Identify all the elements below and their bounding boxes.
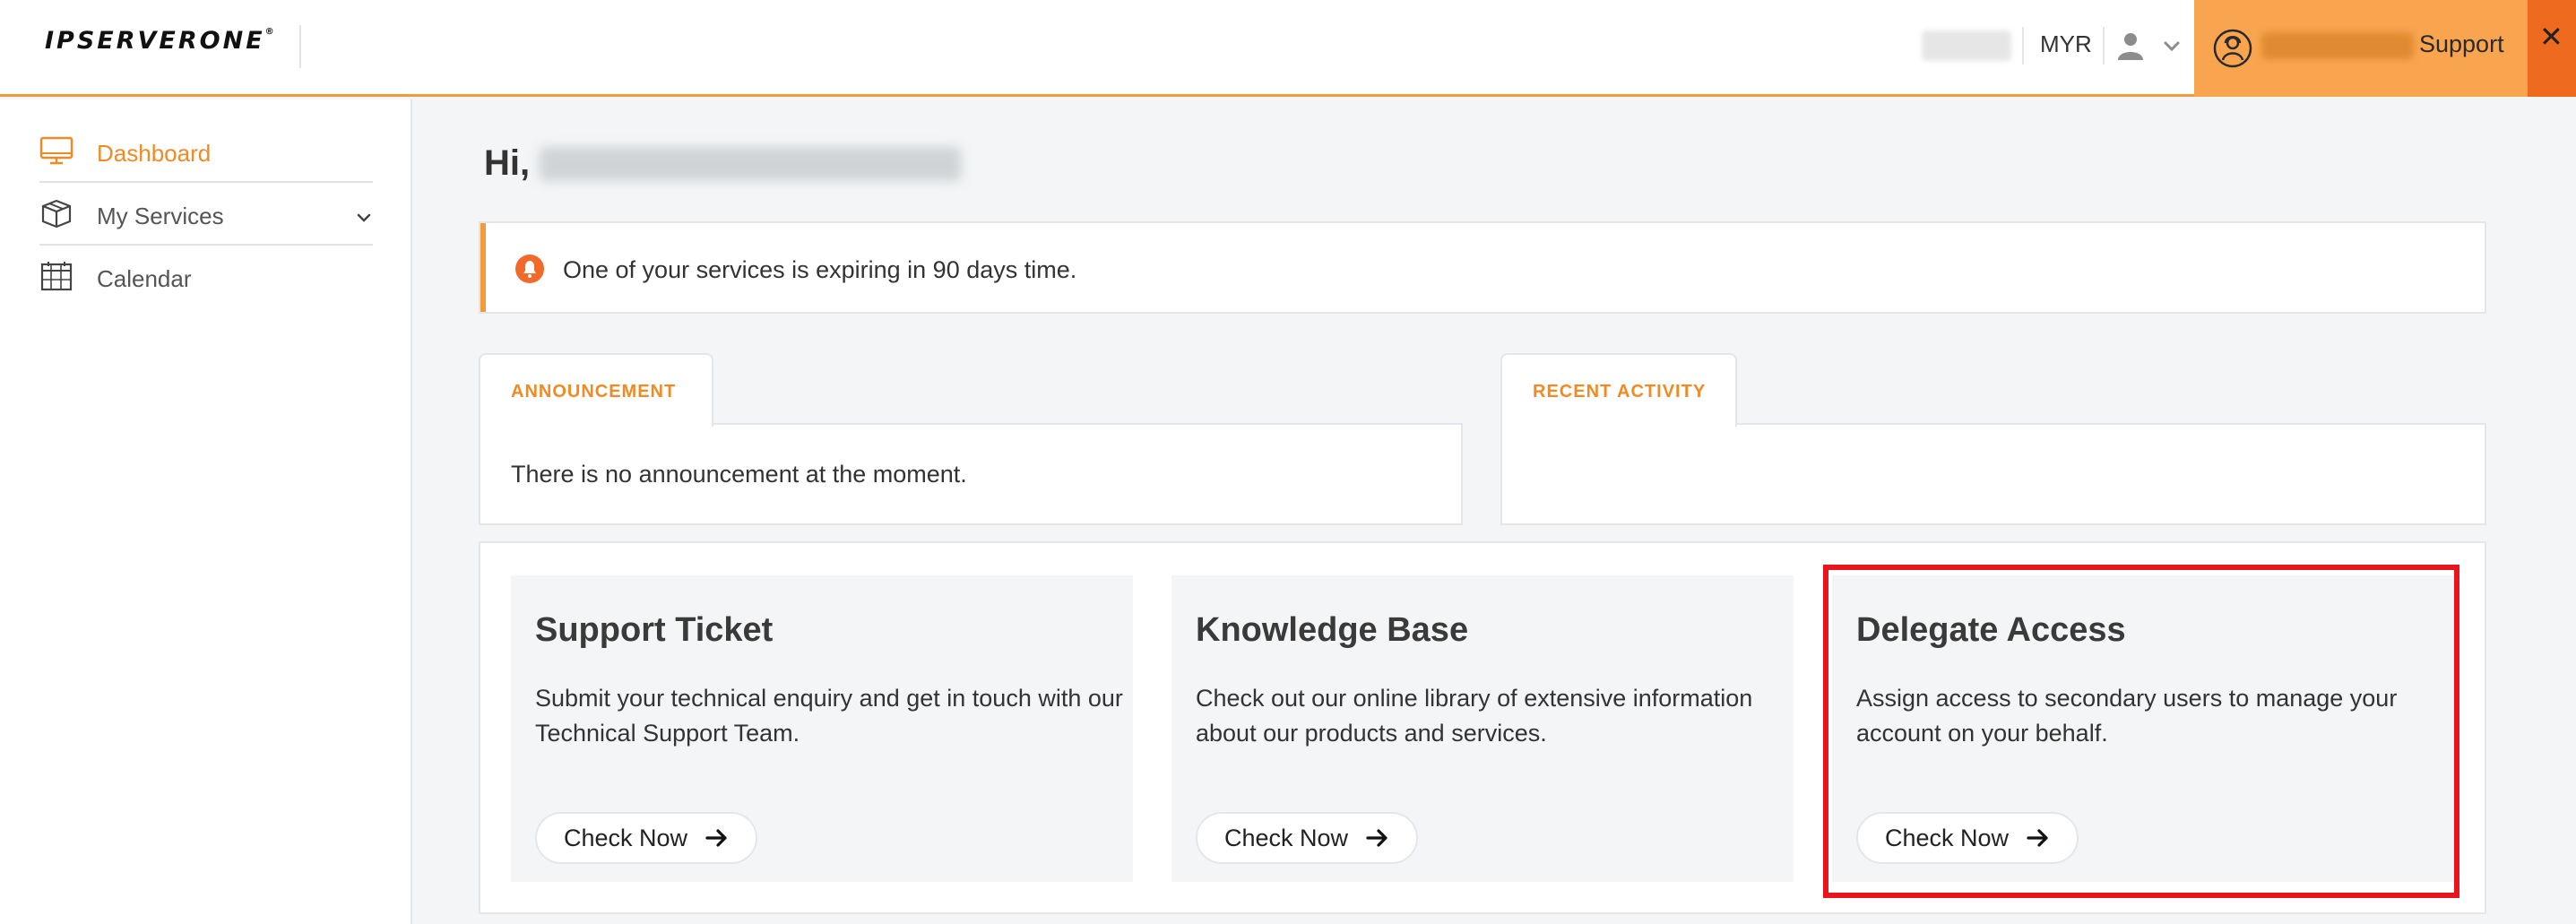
check-now-button[interactable]: Check Now: [535, 812, 758, 864]
support-button[interactable]: Support: [2194, 0, 2528, 97]
box-icon: [41, 199, 72, 229]
check-now-button[interactable]: Check Now: [1196, 812, 1419, 864]
arrow-right-icon: [1366, 829, 1387, 847]
close-icon: ✕: [2539, 20, 2563, 54]
sidebar-item-label: My Services: [97, 203, 224, 229]
card-support-ticket: Support Ticket Submit your technical enq…: [511, 575, 1133, 882]
logo-text: IPSERVERONE: [45, 27, 265, 55]
recent-activity-panel: [1500, 423, 2486, 525]
tab-recent-activity[interactable]: RECENT ACTIVITY: [1500, 353, 1737, 427]
sidebar-item-dashboard[interactable]: Dashboard: [39, 123, 373, 184]
support-agent-icon: [2213, 29, 2252, 68]
chevron-down-icon[interactable]: [355, 209, 373, 227]
support-label: Support: [2419, 30, 2504, 57]
bell-icon: [515, 255, 544, 283]
card-description: Submit your technical enquiry and get in…: [535, 685, 1123, 747]
redacted-user-name: [540, 147, 961, 181]
header-divider: [2022, 27, 2024, 65]
button-label: Check Now: [1224, 824, 1349, 851]
announcement-panel: There is no announcement at the moment.: [479, 423, 1463, 525]
tab-announcement[interactable]: ANNOUNCEMENT: [479, 353, 713, 427]
sidebar-divider: [39, 181, 373, 183]
card-title: Knowledge Base: [1196, 611, 1469, 649]
announcement-body: There is no announcement at the moment.: [511, 461, 967, 488]
highlight-box: [1823, 565, 2459, 898]
sidebar-item-label: Dashboard: [97, 140, 212, 167]
card-description: Check out our online library of extensiv…: [1196, 685, 1753, 747]
redacted-support-name: [2261, 32, 2414, 59]
button-label: Check Now: [564, 824, 688, 851]
brand-logo[interactable]: IPSERVERONE®: [45, 27, 277, 55]
monitor-icon: [39, 136, 73, 165]
top-header: IPSERVERONE® MYR Support ✕: [0, 0, 2576, 97]
alert-accent-bar: [480, 223, 486, 312]
expiry-alert: One of your services is expiring in 90 d…: [479, 221, 2486, 314]
redacted-balance: [1922, 30, 2011, 61]
currency-selector[interactable]: MYR: [2040, 30, 2092, 58]
card-title: Support Ticket: [535, 611, 774, 649]
sidebar-item-my-services[interactable]: My Services: [39, 186, 373, 246]
sidebar-item-calendar[interactable]: Calendar: [39, 248, 373, 309]
header-divider: [299, 25, 301, 68]
page-greeting: Hi,: [484, 143, 531, 183]
sidebar-divider: [39, 244, 373, 246]
sidebar-item-label: Calendar: [97, 265, 192, 292]
arrow-right-icon: [705, 829, 727, 847]
tab-label: ANNOUNCEMENT: [511, 382, 677, 402]
close-button[interactable]: ✕: [2528, 0, 2576, 97]
logo-registered-mark: ®: [264, 27, 277, 37]
header-divider: [2103, 27, 2105, 65]
alert-message: One of your services is expiring in 90 d…: [563, 256, 1077, 283]
card-knowledge-base: Knowledge Base Check out our online libr…: [1171, 575, 1794, 882]
chevron-down-icon[interactable]: [2162, 36, 2182, 56]
sidebar: Dashboard My Services Calendar: [0, 99, 412, 924]
tab-label: RECENT ACTIVITY: [1533, 382, 1707, 402]
user-icon[interactable]: [2114, 30, 2147, 62]
calendar-icon: [40, 262, 73, 291]
